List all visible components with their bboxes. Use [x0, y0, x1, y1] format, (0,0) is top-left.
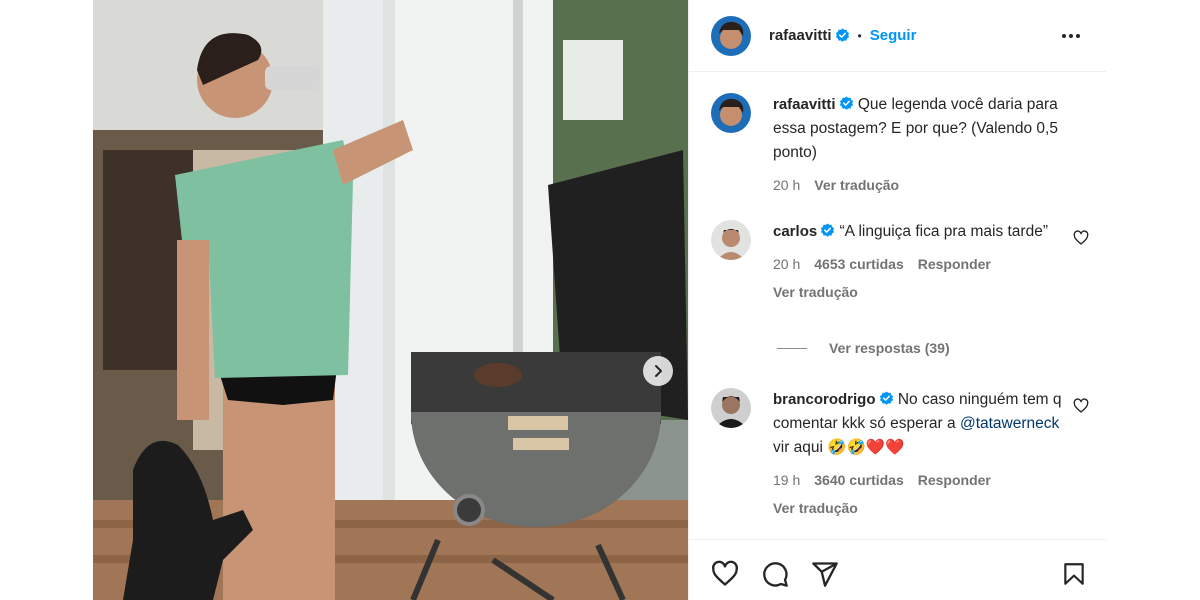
like-count[interactable]: 4653 curtidas — [814, 256, 904, 272]
view-replies-label: Ver respostas (39) — [829, 340, 950, 356]
post-photo — [93, 0, 688, 600]
comment-username[interactable]: brancorodrigo — [773, 391, 876, 408]
caption-username[interactable]: rafaavitti — [773, 96, 836, 113]
post-header: rafaavitti • Seguir — [689, 0, 1106, 72]
post-image — [93, 0, 688, 600]
avatar-image — [711, 388, 751, 428]
separator-dot: • — [857, 28, 862, 43]
like-count[interactable]: 3640 curtidas — [814, 472, 904, 488]
verified-badge-icon — [821, 223, 835, 237]
verified-badge-icon — [879, 391, 893, 405]
translate-link[interactable]: Ver tradução — [814, 177, 899, 193]
heart-icon[interactable] — [710, 560, 740, 588]
comment-text: “A linguiça fica pra mais tarde” — [839, 223, 1048, 240]
follow-button[interactable]: Seguir — [870, 27, 917, 44]
avatar-image — [711, 15, 751, 56]
next-photo-button[interactable] — [643, 356, 673, 386]
comment-username[interactable]: carlos — [773, 223, 817, 240]
translate-link[interactable]: Ver tradução — [773, 280, 858, 304]
reply-button[interactable]: Responder — [918, 256, 991, 272]
post-username[interactable]: rafaavitti — [769, 27, 832, 44]
comment-body: carlos “A linguiça fica pra mais tarde” … — [773, 220, 1063, 305]
comment-meta: 19 h 3640 curtidas Responder — [773, 468, 1063, 492]
avatar-image — [711, 220, 751, 260]
comment-time: 20 h — [773, 256, 801, 272]
mention-link[interactable]: @tatawerneck — [960, 415, 1059, 432]
translate-link[interactable]: Ver tradução — [773, 496, 858, 520]
post-actions-bar — [689, 539, 1107, 600]
more-options-icon[interactable] — [1060, 25, 1082, 47]
instagram-post-modal: rafaavitti • Seguir rafaavitti Que legen… — [0, 0, 1200, 600]
chevron-right-icon — [655, 365, 662, 377]
verified-badge-icon — [835, 28, 849, 42]
verified-badge-icon — [839, 96, 853, 110]
avatar[interactable] — [711, 388, 751, 428]
avatar-image — [711, 93, 751, 133]
share-icon[interactable] — [810, 560, 840, 588]
bookmark-icon[interactable] — [1061, 560, 1087, 588]
reply-button[interactable]: Responder — [918, 472, 991, 488]
post-side-panel: rafaavitti • Seguir rafaavitti Que legen… — [688, 0, 1107, 600]
comment-icon[interactable] — [760, 560, 790, 588]
view-replies-button[interactable]: Ver respostas (39) — [777, 340, 950, 356]
comment-body: brancorodrigo No caso ninguém tem q come… — [773, 388, 1063, 521]
avatar[interactable] — [711, 220, 751, 260]
caption-meta: 20 h Ver tradução — [773, 173, 1063, 197]
replies-divider — [777, 347, 807, 349]
comment-text-after: vir aqui 🤣🤣❤️❤️ — [773, 439, 905, 456]
caption-body: rafaavitti Que legenda você daria para e… — [773, 93, 1063, 197]
comment-meta: 20 h 4653 curtidas Responder — [773, 252, 1063, 276]
heart-icon[interactable] — [1073, 398, 1089, 414]
heart-icon[interactable] — [1073, 230, 1089, 246]
comment-time: 19 h — [773, 472, 801, 488]
comments-list: rafaavitti Que legenda você daria para e… — [689, 72, 1107, 539]
avatar[interactable] — [711, 15, 751, 56]
caption-time: 20 h — [773, 177, 801, 193]
avatar[interactable] — [711, 93, 751, 133]
